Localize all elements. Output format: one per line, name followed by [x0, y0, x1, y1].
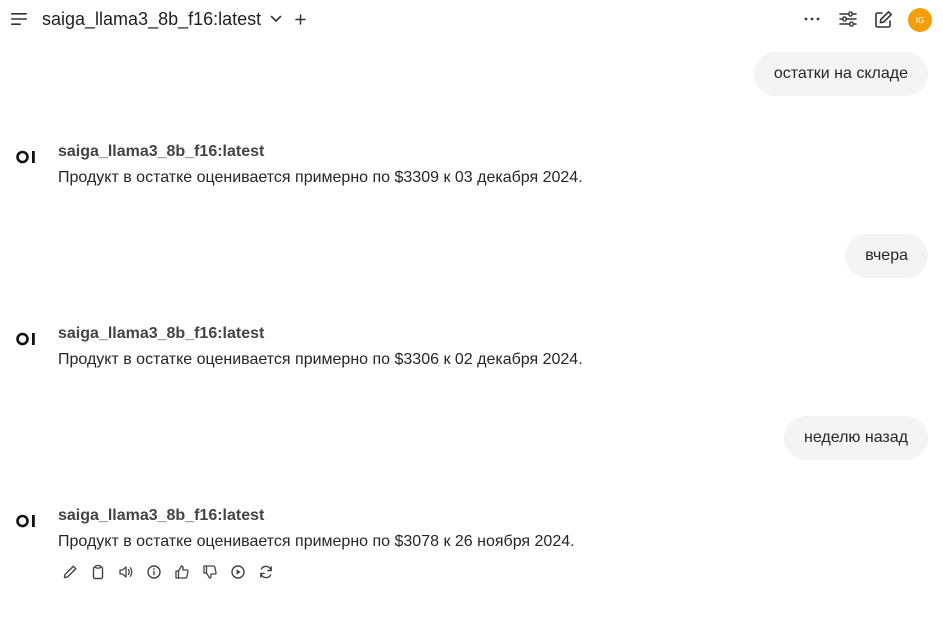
add-model-button[interactable] — [292, 11, 308, 27]
assistant-message-text: Продукт в остатке оценивается примерно п… — [58, 169, 583, 186]
assistant-model-name: saiga_llama3_8b_f16:latest — [58, 143, 265, 160]
assistant-model-name: saiga_llama3_8b_f16:latest — [58, 507, 265, 524]
more-icon — [804, 17, 820, 21]
continue-icon — [231, 565, 245, 579]
plus-icon — [294, 13, 306, 25]
good-response-button[interactable] — [172, 562, 192, 582]
edit-icon — [875, 11, 892, 28]
menu-button[interactable] — [8, 8, 30, 30]
edit-icon — [63, 565, 77, 579]
continue-response-button[interactable] — [228, 562, 248, 582]
thumbs-down-icon — [203, 565, 217, 579]
assistant-message-text: Продукт в остатке оценивается примерно п… — [58, 351, 583, 368]
copy-icon — [92, 564, 104, 580]
controls-button[interactable] — [838, 9, 858, 29]
user-message: неделю назад — [784, 416, 928, 460]
top-bar: saiga_llama3_8b_f16:latest IG — [0, 0, 943, 40]
copy-button[interactable] — [88, 562, 108, 582]
regenerate-icon — [260, 565, 272, 579]
assistant-logo-icon — [16, 150, 35, 164]
message-actions — [60, 562, 284, 582]
new-chat-button[interactable] — [873, 9, 894, 30]
assistant-message: saiga_llama3_8b_f16:latest Продукт в ост… — [0, 325, 943, 385]
read-aloud-icon — [119, 566, 133, 578]
chevron-down-icon — [270, 15, 282, 22]
regenerate-button[interactable] — [256, 562, 276, 582]
sliders-icon — [839, 11, 857, 27]
bad-response-button[interactable] — [200, 562, 220, 582]
more-options-button[interactable] — [802, 9, 822, 29]
read-aloud-button[interactable] — [116, 562, 136, 582]
user-message: остатки на складе — [753, 52, 928, 96]
thumbs-up-icon — [175, 565, 189, 579]
generation-info-button[interactable] — [144, 562, 164, 582]
model-dropdown-button[interactable] — [268, 11, 284, 27]
assistant-message-text: Продукт в остатке оценивается примерно п… — [58, 533, 575, 550]
user-message: вчера — [845, 234, 928, 278]
assistant-logo-icon — [16, 332, 35, 346]
assistant-logo-icon — [16, 514, 35, 528]
user-avatar[interactable]: IG — [908, 8, 932, 32]
menu-icon — [11, 13, 27, 25]
assistant-message: saiga_llama3_8b_f16:latest Продукт в ост… — [0, 143, 943, 203]
info-icon — [147, 565, 161, 579]
model-selector[interactable]: saiga_llama3_8b_f16:latest — [42, 9, 261, 30]
assistant-model-name: saiga_llama3_8b_f16:latest — [58, 325, 265, 342]
edit-response-button[interactable] — [60, 562, 80, 582]
assistant-message: saiga_llama3_8b_f16:latest Продукт в ост… — [0, 507, 943, 567]
